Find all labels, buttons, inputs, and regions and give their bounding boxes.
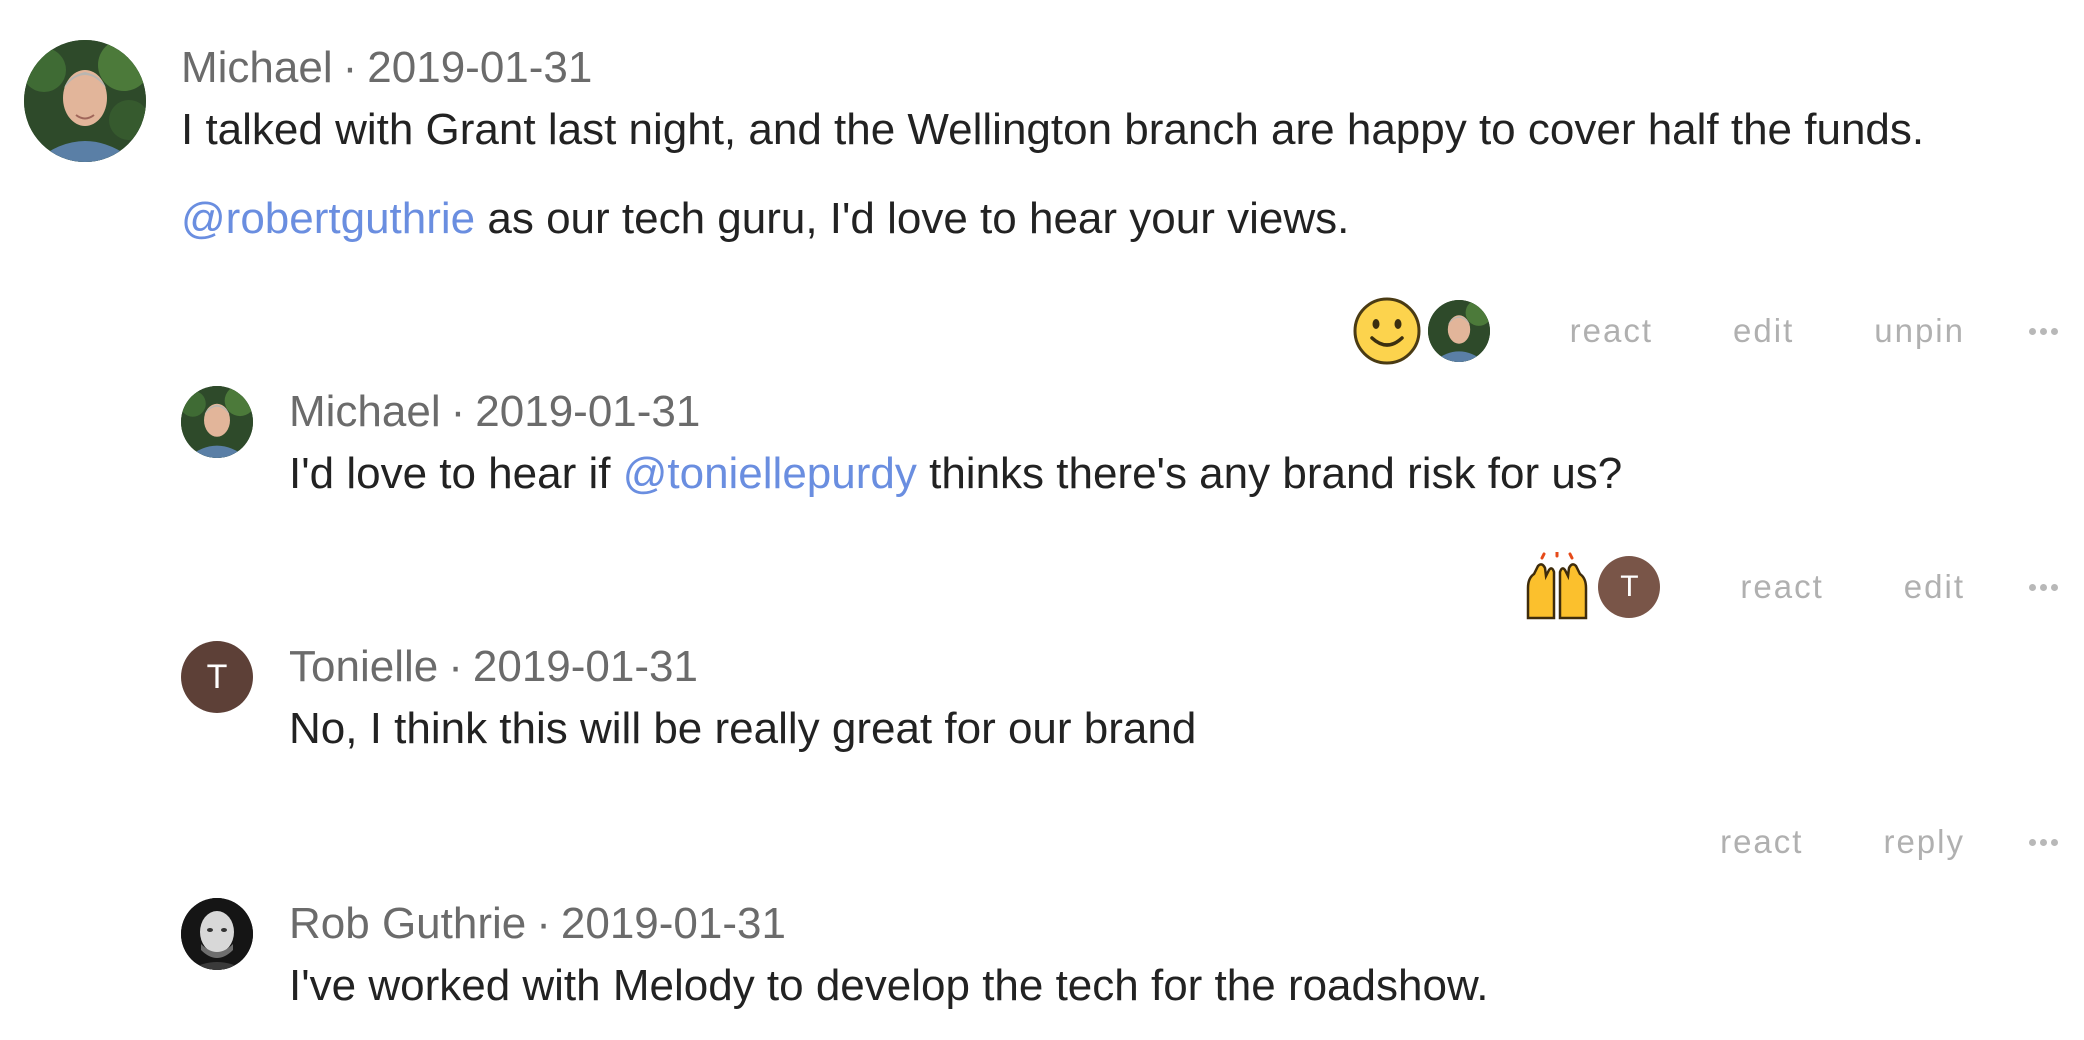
react-button[interactable]: react <box>1740 568 1823 606</box>
unpin-button[interactable]: unpin <box>1874 312 1965 350</box>
photo-avatar-icon <box>181 898 253 970</box>
author-name[interactable]: Michael <box>181 43 333 92</box>
comment-meta: Michael · 2019-01-31 <box>289 386 700 438</box>
author-name[interactable]: Tonielle <box>289 642 438 691</box>
meta-separator: · <box>536 899 551 948</box>
reactor-avatar <box>1427 300 1490 362</box>
comment-text: I've worked with Melody to develop the t… <box>289 961 1489 1010</box>
avatar-initial: T <box>206 657 228 696</box>
avatar-initial: T <box>1620 570 1639 603</box>
more-options-icon[interactable] <box>2029 327 2058 335</box>
comment-actions: T react edit <box>1522 552 2058 622</box>
photo-avatar-icon <box>24 40 146 162</box>
photo-avatar-icon <box>1427 300 1490 362</box>
edit-button[interactable]: edit <box>1733 312 1794 350</box>
avatar-rob-guthrie[interactable] <box>181 898 253 970</box>
avatar-michael[interactable] <box>24 40 146 162</box>
raising-hands-icon <box>1527 552 1588 620</box>
photo-avatar-icon <box>181 386 253 458</box>
mention-link[interactable]: @toniellepurdy <box>623 449 917 498</box>
comment-text-mention-line: @robertguthrie as our tech guru, I'd lov… <box>181 193 1349 245</box>
comment-meta: Rob Guthrie · 2019-01-31 <box>289 898 786 950</box>
comment-actions: react reply <box>1640 807 2058 877</box>
comment-date: 2019-01-31 <box>472 642 698 691</box>
comment-michael-1: Michael · 2019-01-31 I talked with Grant l… <box>0 0 2084 380</box>
edit-button[interactable]: edit <box>1904 568 1965 606</box>
comment-text-mention-line: I'd love to hear if @toniellepurdy think… <box>289 448 1622 500</box>
meta-separator: · <box>450 387 466 436</box>
comment-meta: Michael · 2019-01-31 <box>181 42 592 94</box>
more-options-icon[interactable] <box>2029 583 2058 591</box>
react-button[interactable]: react <box>1570 312 1653 350</box>
avatar-tonielle[interactable]: T <box>181 641 253 713</box>
comment-text: thinks there's any brand risk for us? <box>916 449 1623 498</box>
comment-michael-2: Michael · 2019-01-31 I'd love to hear if @… <box>0 380 2084 635</box>
reply-button[interactable]: reply <box>1883 823 1965 861</box>
comment-tonielle: T Tonielle · 2019-01-31 No, I think this w… <box>0 635 2084 890</box>
comment-text: No, I think this will be really great fo… <box>289 704 1197 753</box>
meta-separator: · <box>448 642 463 691</box>
comment-text: as our tech guru, I'd love to hear your … <box>475 194 1350 243</box>
mention-link[interactable]: @robertguthrie <box>181 194 475 243</box>
author-name[interactable]: Rob Guthrie <box>289 899 526 948</box>
avatar-michael[interactable] <box>181 386 253 458</box>
more-options-icon[interactable] <box>2029 838 2058 846</box>
comment-actions: react edit unpin <box>1352 296 2058 366</box>
slightly-smiling-face-icon <box>1353 297 1421 365</box>
comment-meta: Tonielle · 2019-01-31 <box>289 641 698 693</box>
comment-date: 2019-01-31 <box>475 387 701 436</box>
comment-text: I'd love to hear if <box>289 449 623 498</box>
reaction[interactable] <box>1352 296 1490 366</box>
comment-thread: Michael · 2019-01-31 I talked with Grant l… <box>0 0 2084 1040</box>
reaction[interactable]: T <box>1522 552 1661 622</box>
comment-rob-guthrie: Rob Guthrie · 2019-01-31 I've worked with … <box>0 890 2084 1040</box>
comment-date: 2019-01-31 <box>367 43 593 92</box>
meta-separator: · <box>342 43 358 92</box>
comment-text: I talked with Grant last night, and the … <box>181 105 1925 154</box>
react-button[interactable]: react <box>1720 823 1803 861</box>
author-name[interactable]: Michael <box>289 387 441 436</box>
reactor-avatar: T <box>1598 556 1661 618</box>
comment-date: 2019-01-31 <box>560 899 786 948</box>
